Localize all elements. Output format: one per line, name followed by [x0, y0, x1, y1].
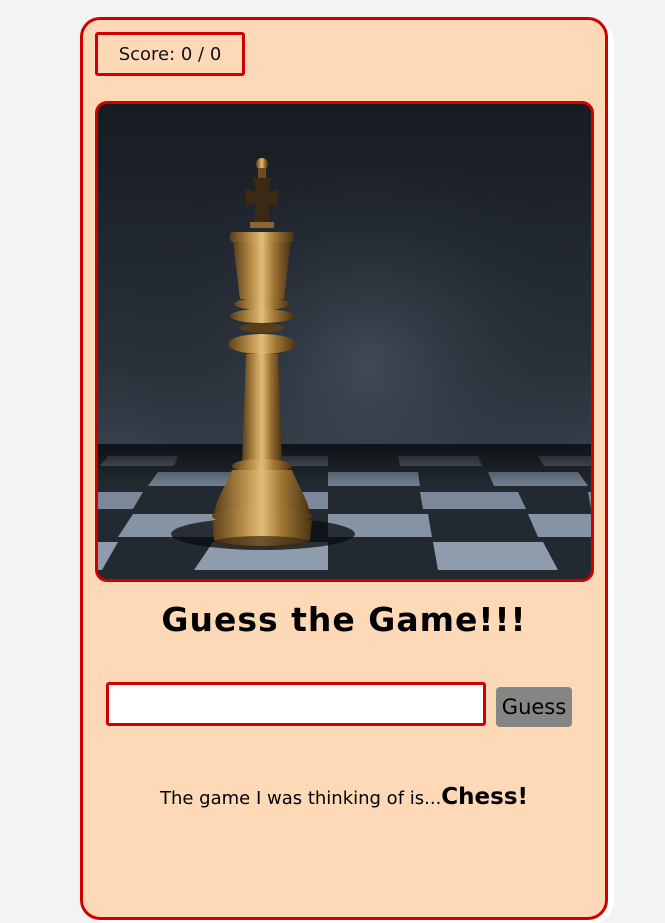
- score-box: Score: 0 / 0: [95, 32, 245, 76]
- game-title: Guess the Game!!!: [161, 600, 527, 639]
- guess-button[interactable]: Guess: [496, 687, 572, 727]
- score-text: Score: 0 / 0: [118, 43, 222, 65]
- guess-input[interactable]: [106, 682, 486, 726]
- result-prefix: The game I was thinking of is...: [159, 788, 442, 809]
- chessboard: [98, 444, 591, 579]
- result-message: The game I was thinking of is...Chess!: [83, 784, 605, 810]
- result-answer: Chess!: [441, 784, 529, 810]
- game-image: [95, 101, 594, 582]
- game-card: Score: 0 / 0 Guess the Game!!! Guess The…: [80, 17, 608, 920]
- chess-king-image: [98, 104, 591, 579]
